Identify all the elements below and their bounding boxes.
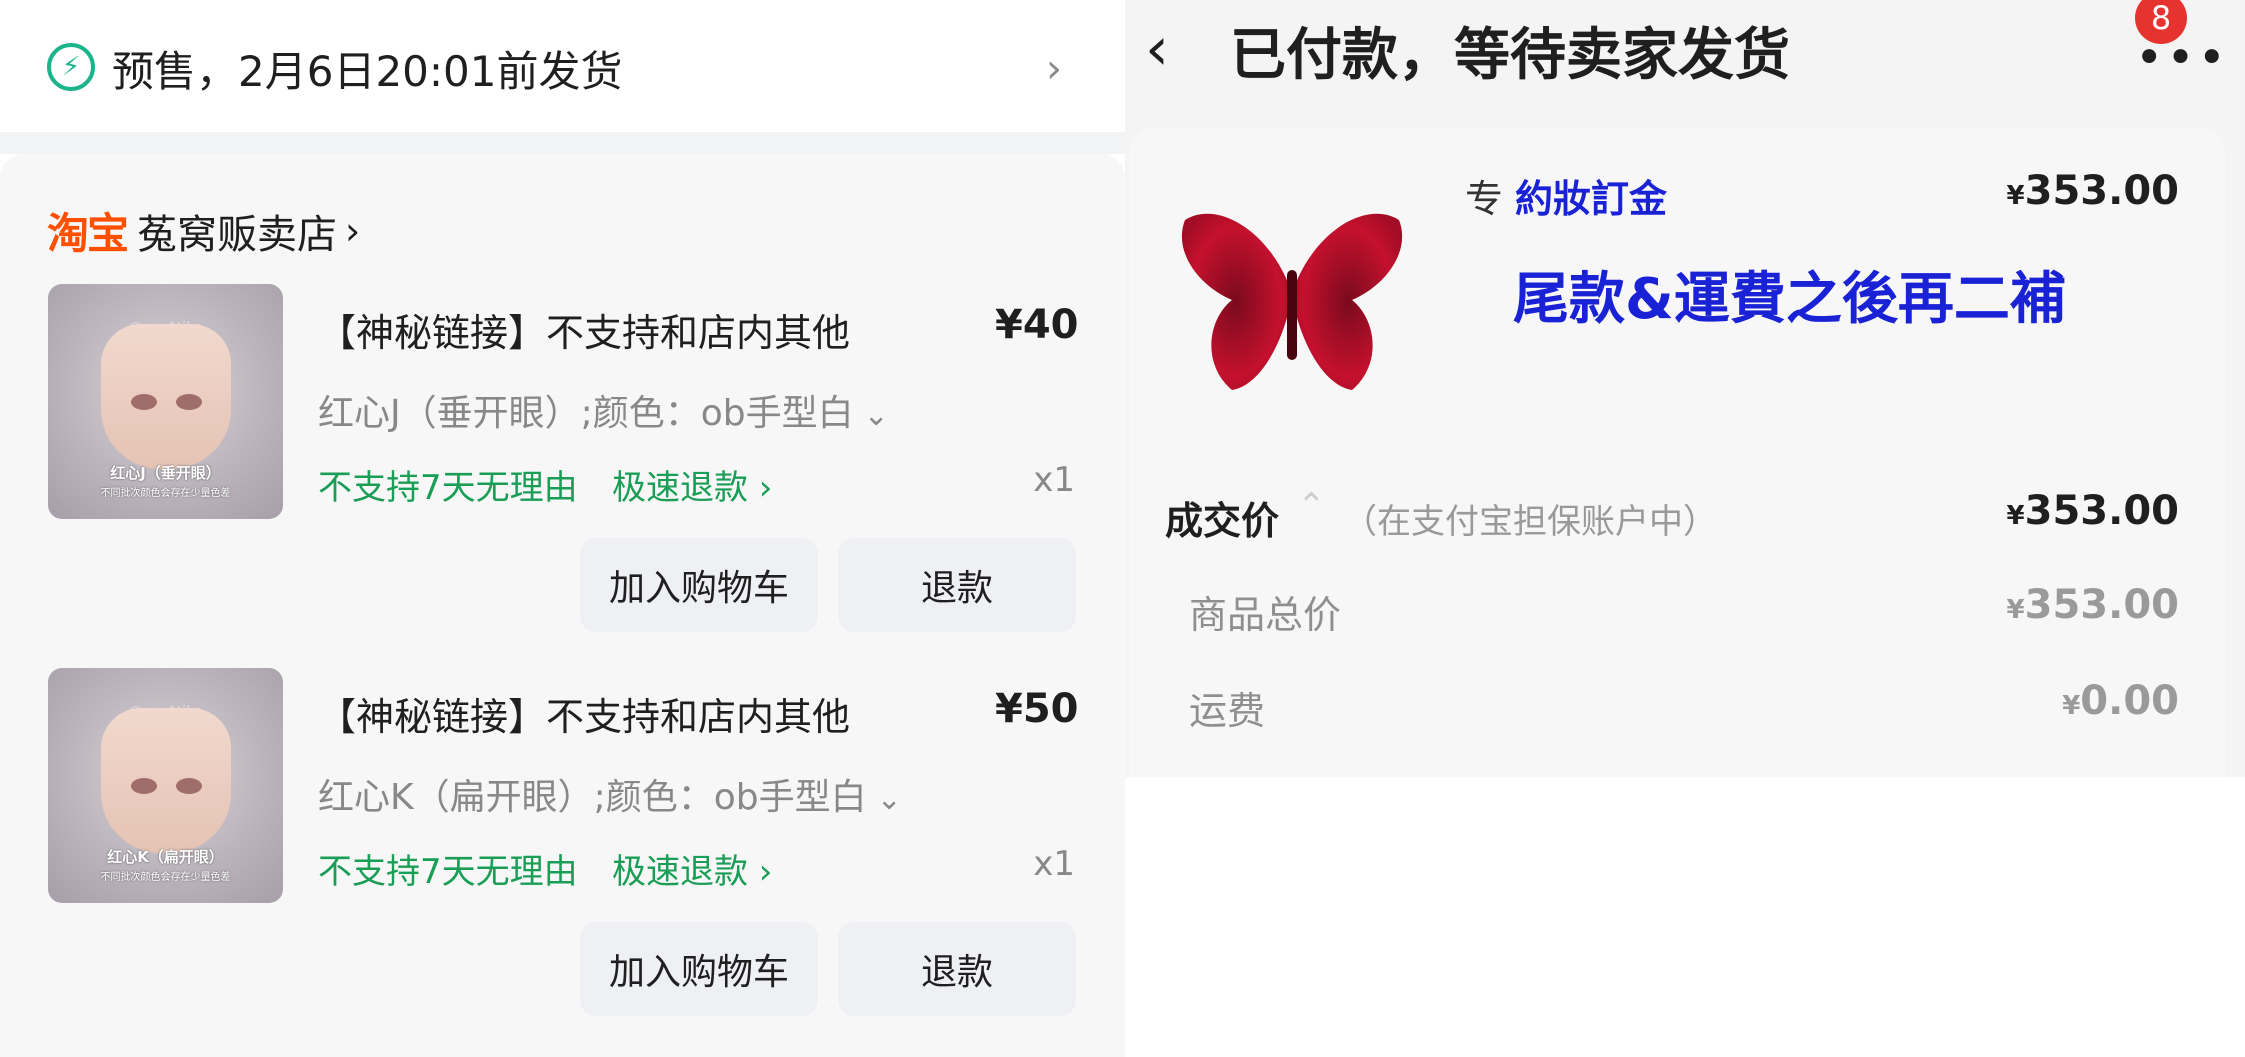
product-price: ¥353.00 [2006,168,2179,214]
product-title[interactable]: 【神秘链接】不支持和店内其他 [318,302,850,357]
thumbnail-caption: 红心K（扁开眼） [107,848,224,866]
doll-face-image [101,324,231,469]
butterfly-image[interactable] [1177,190,1407,400]
order-item: @xxxAtiko 红心J（垂开眼） 不同批次颜色会存在少量色差 【神秘链接】不… [0,284,1125,668]
product-spec-text: 红心K（扁开眼）;颜色：ob手型白 [318,777,867,818]
order-detail-card: 专 約妝訂金 ¥353.00 尾款&運費之後再二補 成交价 ⌃ （在支付宝担保账… [1129,128,2225,777]
thumbnail-subcaption: 不同批次颜色会存在少量色差 [100,872,231,883]
product-thumbnail[interactable]: @xxxAtiko 红心J（垂开眼） 不同批次颜色会存在少量色差 [48,284,283,519]
shop-header[interactable]: 淘宝 菟窝贩卖店 › [47,200,360,261]
product-name[interactable]: 約妝訂金 [1515,168,1667,223]
product-spec[interactable]: 红心K（扁开眼）;颜色：ob手型白 ⌄ [318,768,902,820]
product-title[interactable]: 【神秘链接】不支持和店内其他 [318,686,850,741]
chevron-right-icon: › [345,208,361,253]
shop-card: 淘宝 菟窝贩卖店 › @xxxAtiko 红心J（垂开眼） 不同批次颜色会存在少… [0,154,1125,1057]
presale-text: 预售，2月6日20:01前发货 [112,47,623,96]
lightning-icon: ⚡ [47,43,95,91]
deal-price-note: （在支付宝担保账户中） [1343,502,1717,542]
product-spec[interactable]: 红心J（垂开眼）;颜色：ob手型白 ⌄ [318,384,889,436]
refund-button[interactable]: 退款 [838,538,1076,632]
taobao-logo: 淘宝 [47,209,129,258]
shop-name: 菟窝贩卖店 [137,211,338,258]
product-price: ¥40 [995,302,1079,348]
refund-button[interactable]: 退款 [838,922,1076,1016]
no-return-tag: 不支持7天无理由 [318,468,578,508]
doll-face-image [101,708,231,853]
thumbnail-caption: 红心J（垂开眼） [110,464,221,482]
product-spec-text: 红心J（垂开眼）;颜色：ob手型白 [318,393,854,434]
presale-banner[interactable]: ⚡ 预售，2月6日20:01前发货 › [0,0,1125,132]
fast-refund-tag[interactable]: 极速退款 › [612,460,772,509]
no-return-tag: 不支持7天无理由 [318,852,578,892]
order-status-panel: ‹ 已付款，等待卖家发货 ••• 8 专 約妝訂金 ¥353.00 尾款&運費之… [1125,0,2245,1057]
deal-price-value: ¥353.00 [2006,488,2179,534]
chevron-up-icon[interactable]: ⌃ [1297,486,1326,526]
thumbnail-subcaption: 不同批次颜色会存在少量色差 [100,488,231,499]
order-item: @xxxAtiko 红心K（扁开眼） 不同批次颜色会存在少量色差 【神秘链接】不… [0,668,1125,1052]
product-note: 尾款&運費之後再二補 [1513,267,2066,332]
page-title: 已付款，等待卖家发货 [1230,23,1790,88]
goods-total-value: ¥353.00 [2006,582,2179,628]
fast-refund-tag[interactable]: 极速退款 › [612,844,772,893]
add-to-cart-button[interactable]: 加入购物车 [580,538,818,632]
shipping-value: ¥0.00 [2062,678,2179,724]
product-prefix: 专 [1465,177,1504,221]
product-quantity: x1 [1033,844,1075,884]
chevron-down-icon: ⌄ [863,398,889,433]
product-thumbnail[interactable]: @xxxAtiko 红心K（扁开眼） 不同批次颜色会存在少量色差 [48,668,283,903]
goods-total-label: 商品总价 [1189,593,1342,637]
add-to-cart-button[interactable]: 加入购物车 [580,922,818,1016]
deal-price-label[interactable]: 成交价 [1165,490,1279,545]
chevron-right-icon: › [1046,46,1062,92]
section-divider [0,132,1125,154]
back-arrow-icon[interactable]: ‹ [1145,14,1169,84]
product-price: ¥50 [995,686,1079,732]
order-items-panel: ⚡ 预售，2月6日20:01前发货 › 淘宝 菟窝贩卖店 › @xxxAtiko… [0,0,1125,1057]
shipping-label: 运费 [1189,689,1266,733]
product-quantity: x1 [1033,460,1075,500]
chevron-down-icon: ⌄ [876,782,902,817]
